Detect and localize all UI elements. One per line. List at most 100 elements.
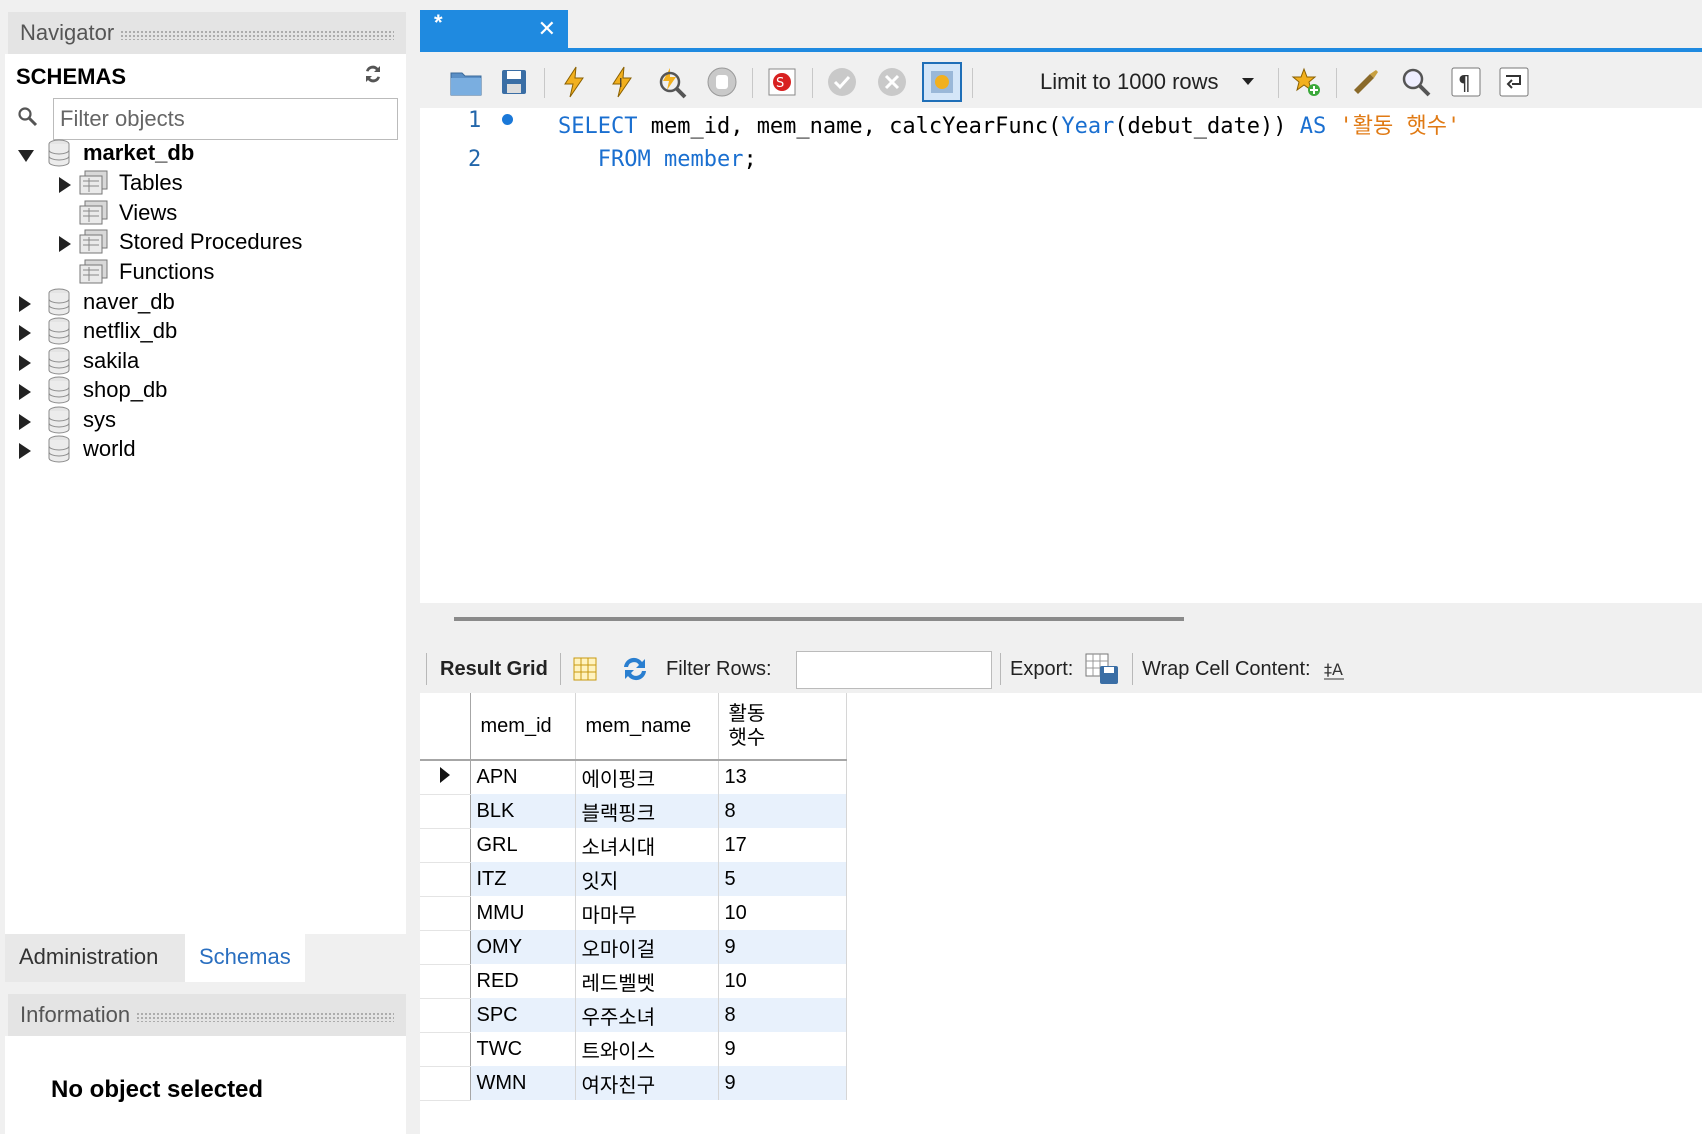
column-header[interactable]: mem_id (470, 693, 576, 761)
table-row[interactable]: BLK 블랙핑크 8 (420, 794, 847, 829)
row-header[interactable] (420, 862, 471, 897)
toggle-error-icon[interactable]: S (762, 62, 802, 102)
expand-right-icon[interactable] (17, 381, 35, 400)
grid-cell[interactable]: 9 (718, 1032, 847, 1066)
schema-folder-item[interactable]: Views (79, 198, 177, 228)
find-icon[interactable] (1396, 62, 1436, 102)
save-icon[interactable] (494, 62, 534, 102)
query-tab[interactable]: * ✕ (420, 10, 568, 48)
execute-current-icon[interactable]: I (602, 62, 642, 102)
row-header[interactable] (420, 998, 471, 1033)
grid-cell[interactable]: 오마이걸 (575, 930, 719, 964)
schema-item[interactable]: sakila (19, 346, 139, 376)
grid-cell[interactable]: 소녀시대 (575, 828, 719, 862)
grid-cell[interactable]: 8 (718, 998, 847, 1032)
grid-cell[interactable]: 8 (718, 794, 847, 828)
expand-right-icon[interactable] (57, 174, 75, 193)
grid-cell[interactable]: SPC (470, 998, 576, 1032)
refresh-icon[interactable] (360, 62, 386, 88)
row-header[interactable] (420, 896, 471, 931)
close-icon[interactable]: ✕ (538, 16, 556, 42)
row-header[interactable] (420, 930, 471, 965)
rollback-icon[interactable] (872, 62, 912, 102)
table-row[interactable]: GRL 소녀시대 17 (420, 828, 847, 863)
grid-cell[interactable]: 10 (718, 896, 847, 930)
filter-objects-input[interactable] (53, 98, 398, 140)
grid-cell[interactable]: 9 (718, 1066, 847, 1100)
grid-cell[interactable]: MMU (470, 896, 576, 930)
table-row[interactable]: RED 레드벨벳 10 (420, 964, 847, 999)
result-grid-tab[interactable]: Result Grid (440, 645, 548, 693)
invisible-chars-icon[interactable]: ¶ (1446, 62, 1486, 102)
editor-splitter[interactable] (420, 603, 1702, 645)
expand-right-icon[interactable] (17, 440, 35, 459)
grid-cell[interactable]: 10 (718, 964, 847, 998)
grid-cell[interactable]: 잇지 (575, 862, 719, 896)
schema-item[interactable]: naver_db (19, 287, 175, 317)
grid-cell[interactable]: RED (470, 964, 576, 998)
grid-cell[interactable]: TWC (470, 1032, 576, 1066)
grid-cell[interactable]: 우주소녀 (575, 998, 719, 1032)
tab-schemas[interactable]: Schemas (185, 934, 305, 982)
open-file-icon[interactable] (446, 62, 486, 102)
refresh-results-icon[interactable] (620, 645, 650, 693)
grid-cell[interactable]: 레드벨벳 (575, 964, 719, 998)
table-row[interactable]: WMN 여자친구 9 (420, 1066, 847, 1101)
expand-right-icon[interactable] (17, 322, 35, 341)
schema-item[interactable]: sys (19, 405, 116, 435)
expand-right-icon[interactable] (17, 293, 35, 312)
expand-right-icon[interactable] (17, 411, 35, 430)
column-header[interactable]: mem_name (575, 693, 719, 761)
add-snippet-icon[interactable] (1286, 62, 1326, 102)
grid-cell[interactable]: 9 (718, 930, 847, 964)
grid-cell[interactable]: BLK (470, 794, 576, 828)
grid-cell[interactable]: GRL (470, 828, 576, 862)
grid-cell[interactable]: 마마무 (575, 896, 719, 930)
grid-cell[interactable]: 13 (718, 760, 847, 794)
grid-view-icon[interactable] (572, 645, 598, 693)
grid-cell[interactable]: WMN (470, 1066, 576, 1100)
schema-item[interactable]: world (19, 434, 136, 464)
row-header[interactable] (420, 760, 471, 795)
grid-cell[interactable]: ITZ (470, 862, 576, 896)
explain-icon[interactable] (652, 62, 692, 102)
grid-cell[interactable]: 5 (718, 862, 847, 896)
limit-rows-select[interactable]: Limit to 1000 rows (1028, 64, 1268, 100)
table-row[interactable]: MMU 마마무 10 (420, 896, 847, 931)
wrap-cell-icon[interactable]: ‡A (1322, 645, 1346, 693)
filter-rows-input[interactable] (796, 651, 992, 689)
schema-folder-item[interactable]: Tables (59, 168, 183, 198)
tab-administration[interactable]: Administration (5, 934, 185, 982)
table-row[interactable]: ITZ 잇지 5 (420, 862, 847, 897)
schema-folder-item[interactable]: Functions (79, 257, 214, 287)
table-row[interactable]: OMY 오마이걸 9 (420, 930, 847, 965)
expand-right-icon[interactable] (17, 352, 35, 371)
row-header[interactable] (420, 1066, 471, 1101)
schema-item[interactable]: shop_db (19, 375, 167, 405)
table-row[interactable]: APN 에이핑크 13 (420, 760, 847, 795)
stop-icon[interactable] (702, 62, 742, 102)
column-header[interactable]: 활동 햇수 (718, 693, 847, 761)
beautify-icon[interactable] (1346, 62, 1386, 102)
word-wrap-icon[interactable] (1494, 62, 1534, 102)
grid-cell[interactable]: APN (470, 760, 576, 794)
sql-editor[interactable]: 1 SELECT mem_id, mem_name, calcYearFunc(… (420, 108, 1702, 603)
grid-cell[interactable]: 17 (718, 828, 847, 862)
expand-down-icon[interactable] (17, 144, 35, 162)
autocommit-icon[interactable] (922, 62, 962, 102)
row-header[interactable] (420, 794, 471, 829)
row-header[interactable] (420, 828, 471, 863)
table-row[interactable]: SPC 우주소녀 8 (420, 998, 847, 1033)
grid-cell[interactable]: OMY (470, 930, 576, 964)
horizontal-scrollbar[interactable] (454, 617, 1184, 621)
grid-cell[interactable]: 에이핑크 (575, 760, 719, 794)
grid-cell[interactable]: 블랙핑크 (575, 794, 719, 828)
row-header[interactable] (420, 1032, 471, 1067)
table-row[interactable]: TWC 트와이스 9 (420, 1032, 847, 1067)
row-header[interactable] (420, 964, 471, 999)
grid-cell[interactable]: 트와이스 (575, 1032, 719, 1066)
grid-cell[interactable]: 여자친구 (575, 1066, 719, 1100)
schema-folder-item[interactable]: Stored Procedures (59, 227, 302, 257)
commit-icon[interactable] (822, 62, 862, 102)
export-icon[interactable] (1084, 645, 1120, 693)
